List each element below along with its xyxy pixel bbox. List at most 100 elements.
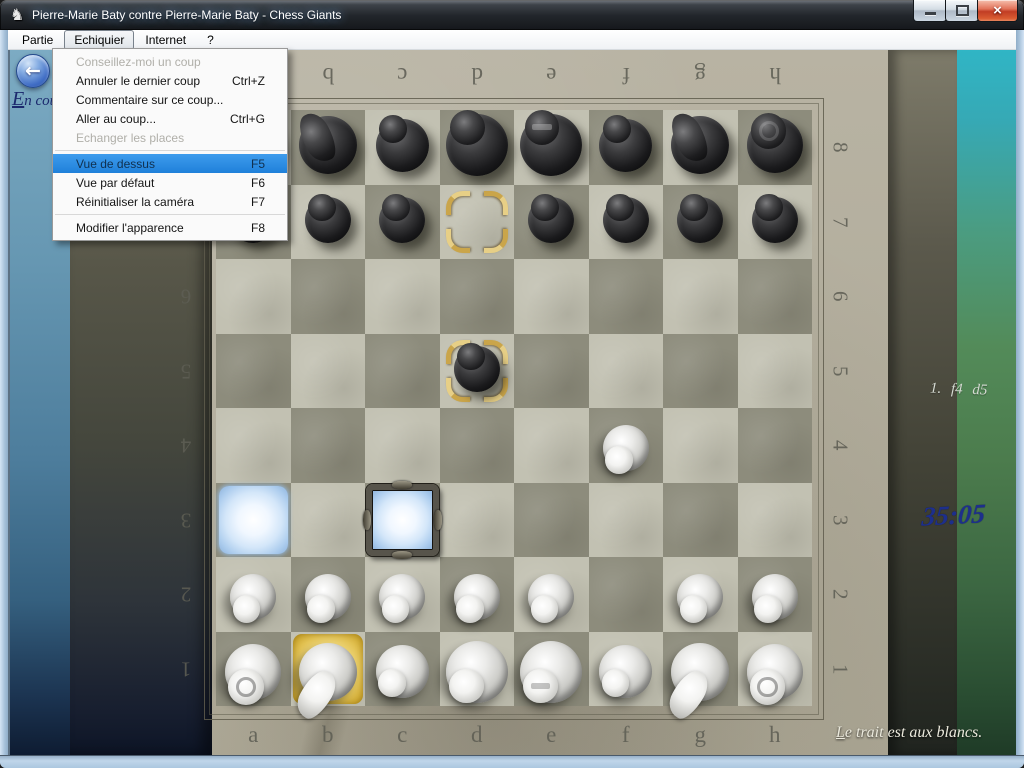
piece-head <box>456 595 484 623</box>
square-f5[interactable] <box>589 334 664 409</box>
square-d3[interactable] <box>440 483 515 558</box>
square-c4[interactable] <box>365 408 440 483</box>
menu-item-vue-par-défaut[interactable]: Vue par défaut F6 <box>53 173 287 192</box>
square-e4[interactable] <box>514 408 589 483</box>
menu-item-conseillez-moi-un-coup[interactable]: Conseillez-moi un coup <box>53 52 287 71</box>
piece-black-pawn-g7[interactable] <box>677 197 723 243</box>
piece-white-pawn-e2[interactable] <box>528 574 574 620</box>
piece-black-bishop-c8[interactable] <box>376 119 429 172</box>
menu-item-réinitialiser-la-caméra[interactable]: Réinitialiser la caméraF7 <box>53 192 287 211</box>
piece-black-pawn-b7[interactable] <box>305 197 351 243</box>
frame-ornament <box>392 551 412 559</box>
square-b6[interactable] <box>291 259 366 334</box>
menu-item-label: Echanger les places <box>76 131 184 145</box>
highlight-move-hint-a3 <box>216 483 291 558</box>
piece-white-pawn-a2[interactable] <box>230 574 276 620</box>
piece-black-knight-b8[interactable] <box>299 116 357 174</box>
menu-item-label: Vue de dessus <box>76 157 155 171</box>
menubar-item-internet[interactable]: Internet <box>135 30 196 50</box>
menu-item-shortcut: F6 <box>251 176 265 190</box>
menubar-item-echiquier[interactable]: Echiquier <box>64 30 134 50</box>
square-f6[interactable] <box>589 259 664 334</box>
square-g6[interactable] <box>663 259 738 334</box>
chess-board[interactable] <box>216 110 812 706</box>
square-c5[interactable] <box>365 334 440 409</box>
square-d6[interactable] <box>440 259 515 334</box>
square-h3[interactable] <box>738 483 813 558</box>
piece-head <box>307 595 335 623</box>
menu-item-label: Commentaire sur ce coup... <box>76 93 223 107</box>
piece-black-pawn-f7[interactable] <box>603 197 649 243</box>
piece-black-pawn-d5[interactable] <box>454 346 500 392</box>
maximize-button[interactable] <box>945 0 979 22</box>
piece-head <box>754 595 782 623</box>
square-c6[interactable] <box>365 259 440 334</box>
menubar-item-aide[interactable]: ? <box>197 30 224 50</box>
piece-white-bishop-c1[interactable] <box>376 645 429 698</box>
piece-white-rook-a1[interactable] <box>225 644 281 700</box>
square-a4[interactable] <box>216 408 291 483</box>
piece-white-queen-d1[interactable] <box>446 641 508 703</box>
piece-white-pawn-d2[interactable] <box>454 574 500 620</box>
square-e5[interactable] <box>514 334 589 409</box>
menu-item-echanger-les-places[interactable]: Echanger les places <box>53 128 287 147</box>
menu-item-label: Réinitialiser la caméra <box>76 195 194 209</box>
menu-item-annuler-le-dernier-coup[interactable]: Annuler le dernier coupCtrl+Z <box>53 71 287 90</box>
piece-black-pawn-e7[interactable] <box>528 197 574 243</box>
square-g4[interactable] <box>663 408 738 483</box>
piece-black-pawn-h7[interactable] <box>752 197 798 243</box>
piece-head <box>606 194 634 222</box>
square-a5[interactable] <box>216 334 291 409</box>
piece-head <box>449 669 484 704</box>
square-e3[interactable] <box>514 483 589 558</box>
menu-item-aller-au-coup[interactable]: Aller au coup...Ctrl+G <box>53 109 287 128</box>
frame-ornament <box>392 481 412 489</box>
piece-black-rook-h8[interactable] <box>747 117 803 173</box>
piece-head <box>750 669 786 705</box>
piece-white-rook-h1[interactable] <box>747 644 803 700</box>
menu-item-modifier-l-apparence[interactable]: Modifier l'apparenceF8 <box>53 218 287 237</box>
piece-white-king-e1[interactable] <box>520 641 582 703</box>
menu-item-vue-de-dessus[interactable]: Vue de dessusF5 <box>53 154 287 173</box>
square-f3[interactable] <box>589 483 664 558</box>
piece-white-pawn-b2[interactable] <box>305 574 351 620</box>
close-button[interactable]: × <box>977 0 1018 22</box>
piece-white-bishop-f1[interactable] <box>599 645 652 698</box>
piece-white-pawn-c2[interactable] <box>379 574 425 620</box>
piece-black-king-e8[interactable] <box>520 114 582 176</box>
square-b5[interactable] <box>291 334 366 409</box>
title-bar[interactable]: ♞ Pierre-Marie Baty contre Pierre-Marie … <box>0 0 1024 30</box>
square-f2[interactable] <box>589 557 664 632</box>
piece-white-pawn-h2[interactable] <box>752 574 798 620</box>
square-h6[interactable] <box>738 259 813 334</box>
window-border-bottom <box>0 755 1024 768</box>
back-button[interactable]: ← <box>16 54 50 88</box>
piece-head <box>602 669 630 697</box>
piece-black-pawn-c7[interactable] <box>379 197 425 243</box>
piece-head <box>523 669 558 704</box>
square-d4[interactable] <box>440 408 515 483</box>
menu-separator <box>55 150 285 151</box>
menubar-item-partie[interactable]: Partie <box>12 30 63 50</box>
minimize-button[interactable] <box>913 0 947 22</box>
piece-white-pawn-g2[interactable] <box>677 574 723 620</box>
square-a6[interactable] <box>216 259 291 334</box>
piece-white-pawn-f4[interactable] <box>603 425 649 471</box>
square-b3[interactable] <box>291 483 366 558</box>
piece-head <box>531 595 559 623</box>
menu-item-commentaire-sur-ce-coup[interactable]: Commentaire sur ce coup... <box>53 90 287 109</box>
square-e6[interactable] <box>514 259 589 334</box>
piece-black-queen-d8[interactable] <box>446 114 508 176</box>
square-h4[interactable] <box>738 408 813 483</box>
piece-head <box>755 194 783 222</box>
square-g5[interactable] <box>663 334 738 409</box>
piece-black-bishop-f8[interactable] <box>599 119 652 172</box>
square-b4[interactable] <box>291 408 366 483</box>
menu-item-label: Vue par défaut <box>76 176 154 190</box>
square-h5[interactable] <box>738 334 813 409</box>
piece-black-knight-g8[interactable] <box>671 116 729 174</box>
square-g3[interactable] <box>663 483 738 558</box>
piece-white-knight-b1[interactable] <box>299 643 357 701</box>
window-border-left <box>0 30 8 768</box>
piece-white-knight-g1[interactable] <box>671 643 729 701</box>
